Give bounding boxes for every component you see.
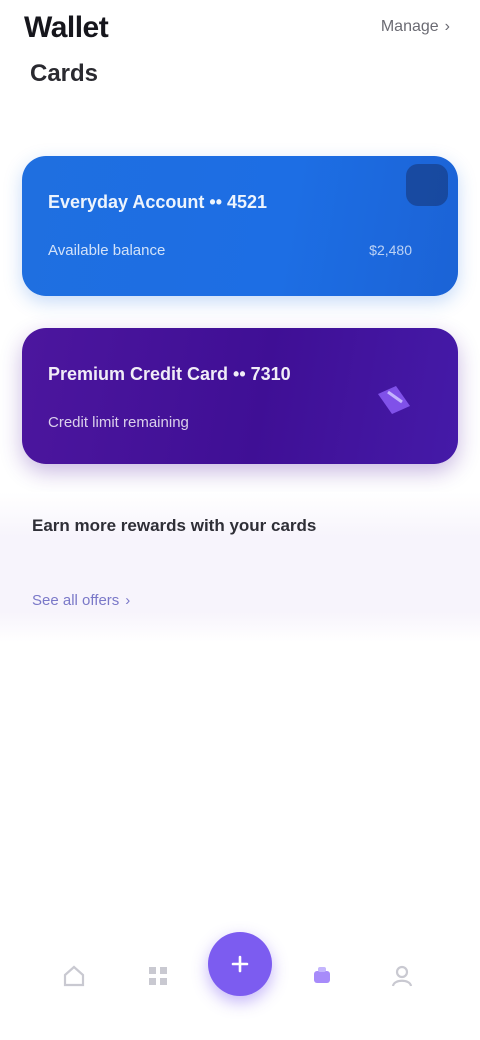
card-title: Everyday Account •• 4521 [48,192,268,212]
chevron-right-icon: › [444,18,450,35]
nav-add-button[interactable] [208,932,272,996]
credit-card[interactable]: Premium Credit Card •• 7310 Credit limit… [22,328,458,464]
app-title: Wallet [24,11,109,44]
home-icon [63,965,85,987]
card-subtitle: Credit limit remaining [48,414,189,431]
arrow-right-icon: › [125,592,131,609]
section-title: Cards [30,60,99,87]
manage-button[interactable]: Manage › [381,18,450,36]
nav-grid[interactable] [138,956,178,996]
grid-icon [149,967,167,985]
bottom-navigation [0,920,480,1040]
plus-icon [231,955,249,973]
card-title: Premium Credit Card •• 7310 [48,364,291,384]
promo-banner: Earn more rewards with your cards See al… [0,492,480,642]
promo-link[interactable]: See all offers › [32,592,130,609]
nav-profile[interactable] [382,956,422,996]
manage-label: Manage [380,18,439,35]
nav-stats[interactable] [302,956,342,996]
card-brand-icon [370,374,418,422]
promo-title: Earn more rewards with your cards [32,516,317,535]
card-balance: $2,480 [369,242,412,258]
nav-home[interactable] [54,956,94,996]
promo-link-label: See all offers [32,592,120,609]
chart-icon [314,967,330,983]
account-card[interactable]: Everyday Account •• 4521 Available balan… [22,156,458,296]
card-menu-icon[interactable] [406,164,448,206]
profile-icon [391,965,413,987]
card-subtitle: Available balance [48,242,166,259]
top-bar: Wallet Cards Manage › [0,0,480,120]
